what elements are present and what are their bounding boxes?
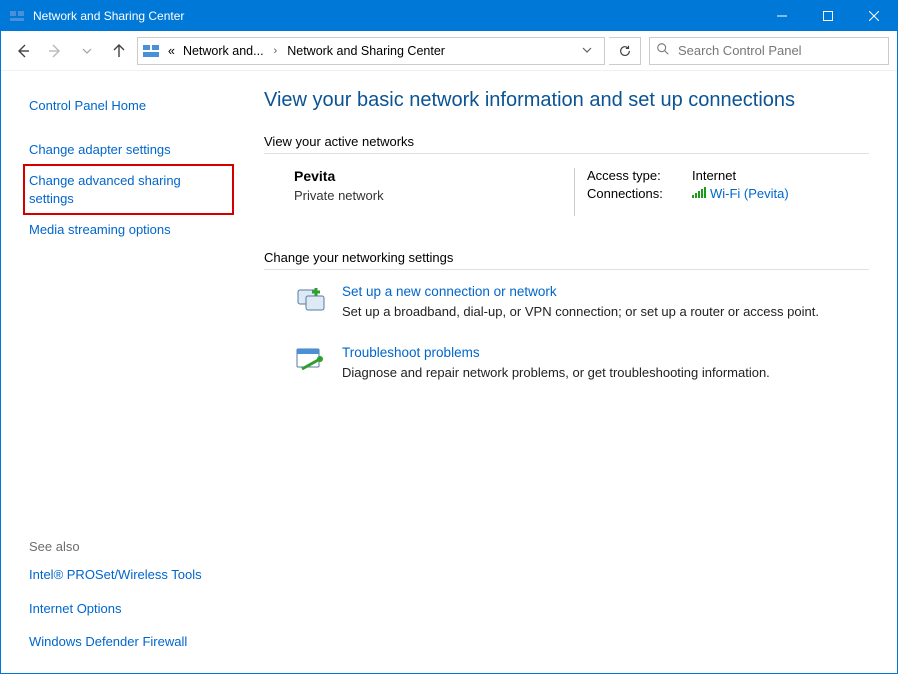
breadcrumb-prefix[interactable]: «: [164, 44, 179, 58]
vertical-divider: [574, 168, 575, 216]
connections-label: Connections:: [587, 186, 692, 202]
breadcrumb-dropdown-icon[interactable]: [574, 44, 600, 58]
back-button[interactable]: [9, 37, 37, 65]
search-icon: [656, 42, 670, 59]
setup-connection-desc: Set up a broadband, dial-up, or VPN conn…: [342, 304, 819, 319]
breadcrumb-separator: ›: [268, 45, 284, 57]
setup-connection-item: Set up a new connection or network Set u…: [294, 284, 834, 319]
troubleshoot-icon: [294, 345, 328, 379]
refresh-button[interactable]: [609, 37, 641, 65]
sidebar-item-internet-options[interactable]: Internet Options: [25, 592, 232, 626]
active-network: Pevita Private network Access type: Inte…: [264, 168, 869, 216]
troubleshoot-link[interactable]: Troubleshoot problems: [342, 345, 770, 360]
troubleshoot-item: Troubleshoot problems Diagnose and repai…: [294, 345, 834, 380]
see-also-heading: See also: [25, 531, 232, 558]
active-networks-heading: View your active networks: [264, 134, 869, 149]
breadcrumb-current[interactable]: Network and Sharing Center: [283, 44, 449, 58]
sidebar-item-adapter[interactable]: Change adapter settings: [25, 133, 232, 167]
troubleshoot-desc: Diagnose and repair network problems, or…: [342, 365, 770, 380]
minimize-button[interactable]: [759, 1, 805, 31]
wifi-signal-icon: [692, 187, 706, 202]
sidebar-item-home[interactable]: Control Panel Home: [25, 89, 232, 123]
network-type: Private network: [294, 188, 574, 203]
connection-value: Wi-Fi (Pevita): [710, 186, 789, 201]
forward-button[interactable]: [41, 37, 69, 65]
divider: [264, 269, 869, 270]
access-type-value: Internet: [692, 168, 736, 183]
search-input[interactable]: Search Control Panel: [649, 37, 889, 65]
breadcrumb-parent[interactable]: Network and...: [179, 44, 268, 58]
sidebar-item-advanced-sharing[interactable]: Change advanced sharing settings: [23, 164, 234, 215]
divider: [264, 153, 869, 154]
sidebar: Control Panel Home Change adapter settin…: [1, 71, 246, 673]
network-name: Pevita: [294, 168, 574, 184]
window-title: Network and Sharing Center: [33, 9, 759, 23]
search-placeholder: Search Control Panel: [678, 43, 802, 58]
access-type-label: Access type:: [587, 168, 692, 183]
up-button[interactable]: [105, 37, 133, 65]
setup-connection-link[interactable]: Set up a new connection or network: [342, 284, 819, 299]
titlebar: Network and Sharing Center: [1, 1, 897, 31]
maximize-button[interactable]: [805, 1, 851, 31]
connection-link[interactable]: Wi-Fi (Pevita): [692, 186, 789, 201]
window-controls: [759, 1, 897, 31]
breadcrumb[interactable]: « Network and... › Network and Sharing C…: [137, 37, 605, 65]
navbar: « Network and... › Network and Sharing C…: [1, 31, 897, 71]
page-title: View your basic network information and …: [264, 89, 869, 112]
breadcrumb-icon: [142, 42, 160, 60]
sidebar-item-firewall[interactable]: Windows Defender Firewall: [25, 625, 232, 659]
sidebar-item-media-streaming[interactable]: Media streaming options: [25, 213, 232, 247]
content: View your basic network information and …: [246, 71, 897, 673]
change-settings-heading: Change your networking settings: [264, 250, 869, 265]
close-button[interactable]: [851, 1, 897, 31]
recent-dropdown[interactable]: [73, 37, 101, 65]
sidebar-item-proset[interactable]: Intel® PROSet/Wireless Tools: [25, 558, 232, 592]
setup-connection-icon: [294, 284, 328, 318]
body: Control Panel Home Change adapter settin…: [1, 71, 897, 673]
window-icon: [9, 8, 25, 24]
